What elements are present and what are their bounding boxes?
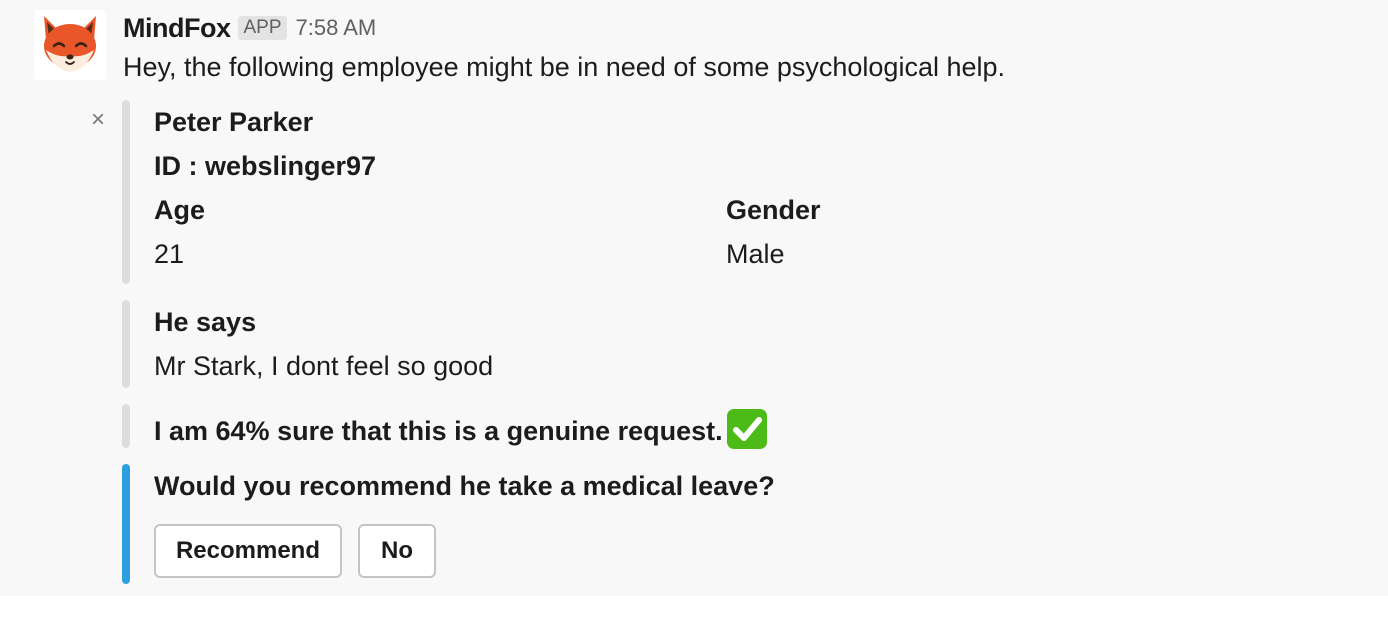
attachment-bar	[122, 100, 130, 284]
no-button[interactable]: No	[358, 524, 436, 578]
field-label-gender: Gender	[726, 195, 821, 225]
quote-attachment: He says Mr Stark, I dont feel so good	[122, 300, 1322, 388]
quote-text: Mr Stark, I dont feel so good	[154, 351, 494, 381]
employee-id: ID : webslinger97	[154, 151, 377, 181]
message-text: Hey, the following employee might be in …	[123, 52, 1006, 82]
quote-label: He says	[154, 307, 257, 337]
attachment-bar	[122, 300, 130, 388]
recommend-button[interactable]: Recommend	[154, 524, 342, 578]
fox-avatar-icon[interactable]	[34, 10, 106, 80]
confidence-attachment: I am 64% sure that this is a genuine req…	[122, 404, 1322, 449]
attachment-bar	[122, 404, 130, 448]
field-label-age: Age	[154, 195, 206, 225]
action-attachment: Would you recommend he take a medical le…	[122, 464, 1322, 584]
message-container: MindFox APP 7:58 AM Hey, the following e…	[0, 0, 1388, 596]
confidence-line: I am 64% sure that this is a genuine req…	[154, 409, 769, 455]
employee-name: Peter Parker	[154, 107, 314, 137]
white-check-mark-icon	[725, 407, 769, 451]
close-icon[interactable]: ×	[91, 106, 105, 134]
employee-attachment: Peter Parker ID : webslinger97 Age 21 Ge…	[122, 100, 1322, 284]
action-question: Would you recommend he take a medical le…	[154, 471, 775, 501]
attachment-bar-accent	[122, 464, 130, 584]
field-value-age: 21	[154, 239, 185, 269]
confidence-text: I am 64% sure that this is a genuine req…	[154, 416, 723, 447]
sender-name[interactable]: MindFox	[123, 13, 231, 44]
timestamp[interactable]: 7:58 AM	[296, 15, 377, 41]
message-header: MindFox APP 7:58 AM	[123, 10, 376, 46]
field-value-gender: Male	[726, 239, 785, 269]
app-badge: APP	[238, 16, 287, 40]
